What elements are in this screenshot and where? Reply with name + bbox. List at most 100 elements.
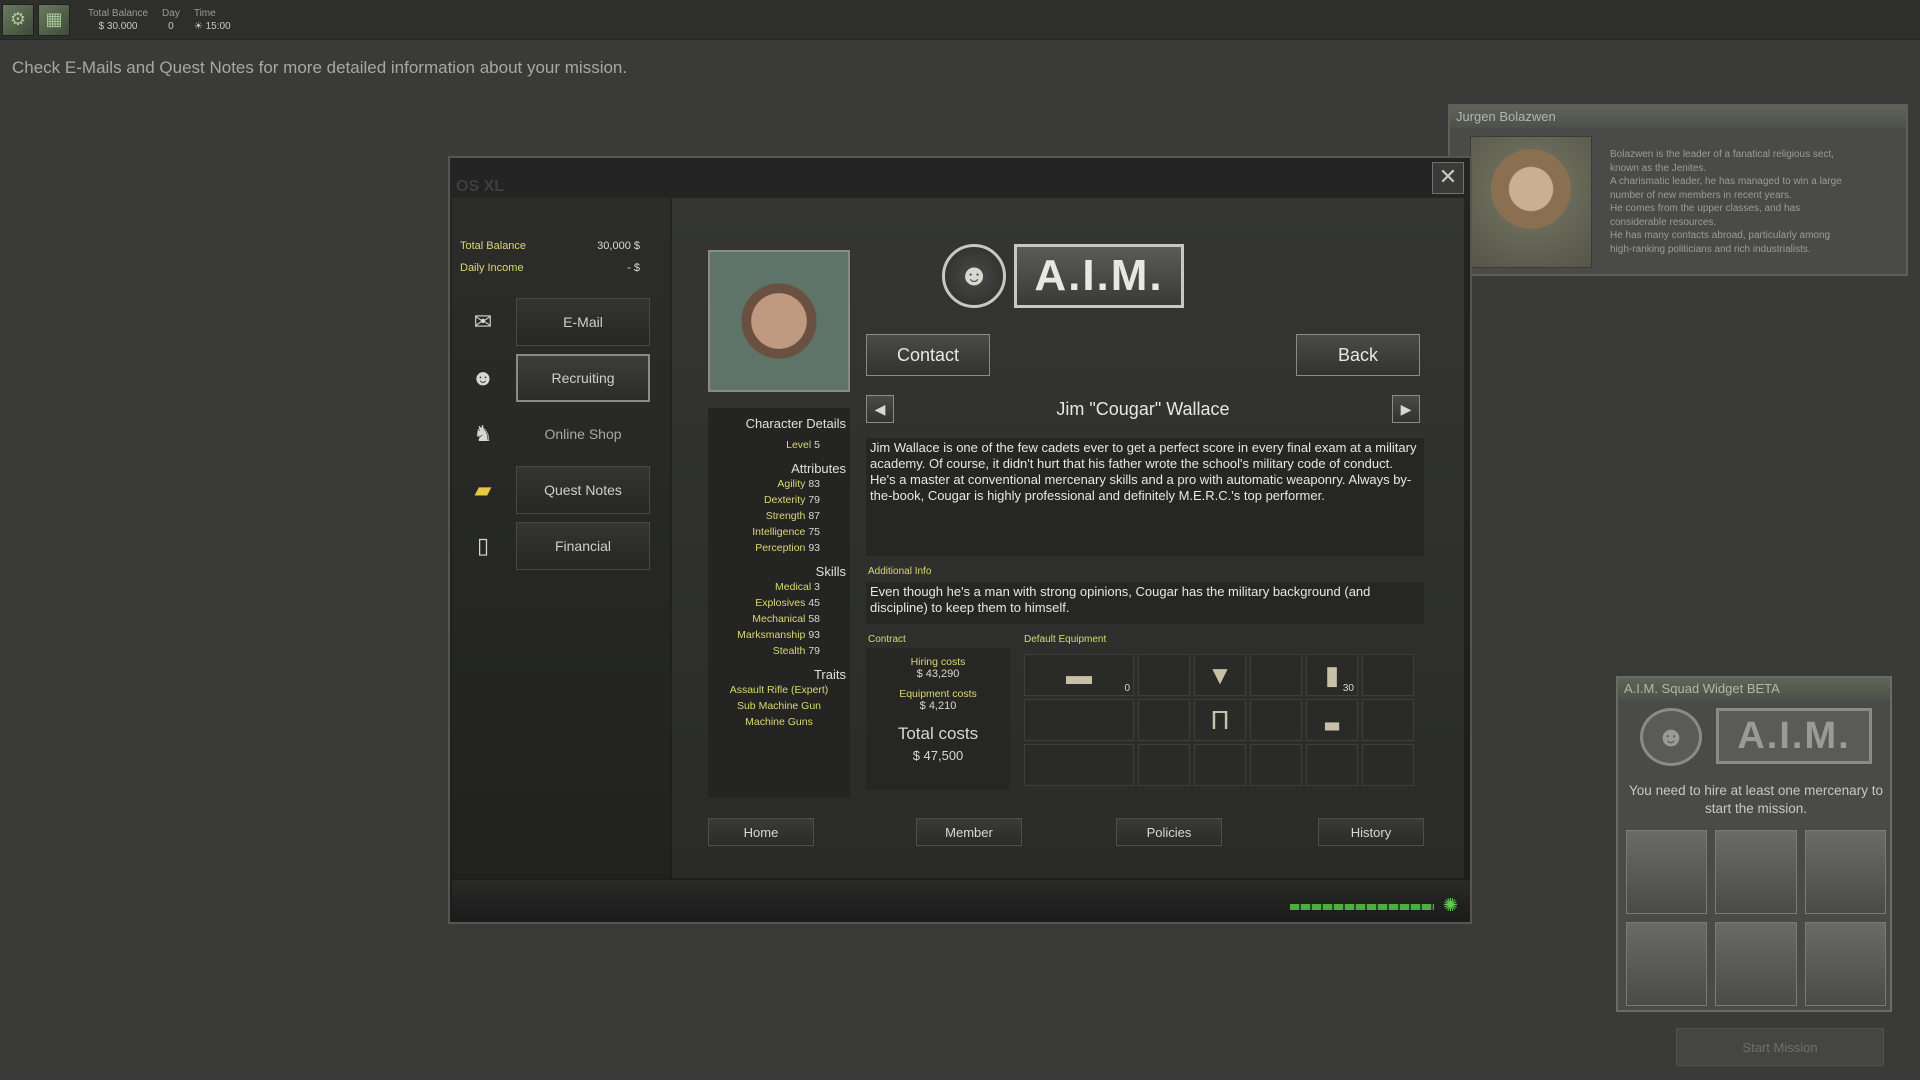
equipment-slot[interactable]	[1024, 744, 1134, 786]
attribute-row: Strength 87	[708, 508, 850, 524]
total-costs-value: $ 47,500	[912, 748, 964, 763]
arrow-right-icon: ▶	[1400, 400, 1412, 417]
aim-emblem-icon: ☻	[1640, 708, 1702, 766]
equipment-slot[interactable]	[1138, 654, 1190, 696]
npc-line: considerable resources.	[1610, 216, 1717, 228]
equipment-slot[interactable]	[1362, 699, 1414, 741]
widget-aim-logo: A.I.M.	[1716, 708, 1872, 764]
contract-panel: Hiring costs $ 43,290 Equipment costs $ …	[866, 648, 1010, 790]
npc-line: He comes from the upper classes, and has	[1610, 203, 1801, 214]
equipment-slot[interactable]	[1194, 744, 1246, 786]
map-icon[interactable]: ▦	[38, 3, 70, 36]
equipment-slot[interactable]	[1024, 699, 1134, 741]
next-merc-button[interactable]: ▶	[1391, 395, 1420, 423]
folder-search-icon: ▰	[474, 477, 492, 502]
equipment-slot[interactable]	[1306, 744, 1358, 786]
total-balance-value: 30,000 $	[597, 240, 640, 252]
email-button[interactable]: E-Mail	[516, 298, 650, 346]
trait-item: Assault Rifle (Expert)	[729, 684, 829, 696]
aim-emblem-icon: ☻	[942, 244, 1006, 308]
equipment-slot[interactable]	[1138, 744, 1190, 786]
close-button[interactable]: ✕	[1432, 162, 1464, 194]
policies-button[interactable]: Policies	[1116, 818, 1222, 846]
skill-row: Medical 3	[708, 579, 850, 595]
equipment-slot-vest[interactable]: ▼	[1194, 654, 1246, 696]
time-label: Time	[193, 7, 216, 19]
sidebar-item-quest-notes[interactable]: ▰ Quest Notes	[466, 466, 666, 514]
skill-name: Marksmanship	[737, 629, 806, 641]
equipment-slot[interactable]	[1250, 654, 1302, 696]
equipment-slot[interactable]	[1362, 744, 1414, 786]
squad-slot[interactable]	[1626, 922, 1708, 1006]
start-mission-button[interactable]: Start Mission	[1676, 1028, 1884, 1066]
balance-value: $ 30.000	[98, 20, 138, 32]
attribute-row: Dexterity 79	[708, 492, 850, 508]
skill-value: 79	[808, 645, 820, 657]
time-value: ☀ 15:00	[194, 20, 231, 33]
total-balance-label: Total Balance	[460, 240, 527, 252]
equipment-slot-pants[interactable]: Π	[1194, 699, 1246, 741]
attribute-name: Intelligence	[752, 526, 806, 538]
close-icon: ✕	[1438, 164, 1458, 189]
sidebar-item-online-shop[interactable]: ♞ Online Shop	[466, 410, 666, 458]
npc-line: Bolazwen is the leader of a fanatical re…	[1610, 149, 1835, 160]
aim-content: ☻ A.I.M. Contact Back ◀ Jim "Cougar" Wal…	[672, 198, 1464, 878]
online-shop-button[interactable]: Online Shop	[516, 410, 650, 458]
daily-income-row: Daily Income - $	[452, 262, 670, 274]
attribute-value: 79	[808, 494, 820, 506]
trait-item: Sub Machine Gun	[736, 700, 822, 712]
attributes-title: Attributes	[791, 461, 846, 476]
back-button[interactable]: Back	[1296, 334, 1420, 376]
attribute-name: Perception	[755, 542, 806, 554]
quest-notes-button[interactable]: Quest Notes	[516, 466, 650, 514]
time-text: 15:00	[205, 20, 231, 32]
merc-name: Jim "Cougar" Wallace	[1056, 398, 1230, 419]
widget-title: A.I.M. Squad Widget BETA	[1618, 678, 1890, 700]
hiring-costs-value: $ 43,290	[916, 668, 960, 680]
equipment-slot[interactable]	[1138, 699, 1190, 741]
level-value: 5	[814, 439, 820, 451]
skill-value: 45	[808, 597, 820, 609]
attribute-row: Intelligence 75	[708, 524, 850, 540]
total-costs-label: Total costs	[897, 724, 979, 743]
level-label: Level	[786, 439, 812, 451]
squad-slot[interactable]	[1715, 922, 1797, 1006]
details-title: Character Details	[745, 416, 846, 431]
equipment-slot-boots[interactable]: ▃	[1306, 699, 1358, 741]
contact-button[interactable]: Contact	[866, 334, 990, 376]
equipment-slot-ammo[interactable]: ▮ 30	[1306, 654, 1358, 696]
boots-icon: ▃	[1325, 709, 1339, 730]
sidebar-item-financial[interactable]: ▯ Financial	[466, 522, 666, 570]
level-row: Level 5	[708, 437, 850, 453]
default-equipment-label: Default Equipment	[1024, 634, 1107, 645]
day-label: Day	[162, 7, 180, 19]
squad-slots	[1626, 830, 1886, 1006]
attribute-name: Dexterity	[763, 494, 806, 506]
recruiting-button[interactable]: Recruiting	[516, 354, 650, 402]
ammo-icon: ▮	[1324, 659, 1340, 690]
home-button[interactable]: Home	[708, 818, 814, 846]
gear-icon[interactable]: ⚙	[2, 3, 34, 36]
squad-slot[interactable]	[1715, 830, 1797, 914]
equipment-slot[interactable]	[1362, 654, 1414, 696]
npc-name: Jurgen Bolazwen	[1450, 106, 1906, 128]
npc-description: Bolazwen is the leader of a fanatical re…	[1610, 148, 1900, 256]
financial-button[interactable]: Financial	[516, 522, 650, 570]
laptop-sidebar: Total Balance 30,000 $ Daily Income - $ …	[452, 198, 670, 878]
sidebar-item-email[interactable]: ✉ E-Mail	[466, 298, 666, 346]
sidebar-item-recruiting[interactable]: ☻ Recruiting	[466, 354, 666, 402]
squad-slot[interactable]	[1804, 830, 1886, 914]
squad-slot[interactable]	[1804, 922, 1886, 1006]
equipment-slot[interactable]	[1250, 699, 1302, 741]
squad-slot[interactable]	[1626, 830, 1708, 914]
member-button[interactable]: Member	[916, 818, 1022, 846]
npc-line: known as the Jenites.	[1610, 162, 1707, 174]
gear-icon[interactable]: ✺	[1443, 895, 1458, 916]
attribute-row: Perception 93	[708, 540, 850, 556]
prev-merc-button[interactable]: ◀	[866, 395, 894, 423]
equipment-slot[interactable]	[1250, 744, 1302, 786]
equipment-slot-weapon[interactable]: ▬ 0	[1024, 654, 1134, 696]
skill-name: Medical	[775, 581, 812, 593]
history-button[interactable]: History	[1318, 818, 1424, 846]
attribute-value: 75	[808, 526, 820, 538]
